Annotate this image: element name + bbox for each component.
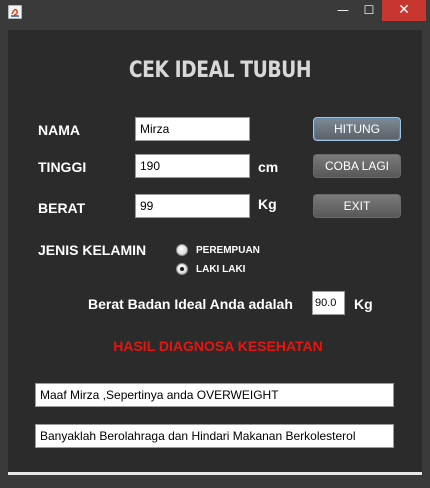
diagnosis-message-field[interactable]: Maaf Mirza ,Sepertinya anda OVERWEIGHT xyxy=(35,383,394,407)
maximize-button[interactable]: ☐ xyxy=(356,0,382,21)
window-bottom-frame xyxy=(8,475,422,488)
hitung-button[interactable]: HITUNG xyxy=(313,117,401,141)
app-window: — ☐ ✕ CEK IDEAL TUBUH NAMA Mirza HITUNG … xyxy=(0,0,430,488)
radio-button-selected[interactable] xyxy=(176,263,188,275)
title-bar: — ☐ ✕ xyxy=(0,0,430,25)
close-button[interactable]: ✕ xyxy=(382,0,426,21)
ideal-weight-label: Berat Badan Ideal Anda adalah xyxy=(88,296,293,312)
page-title: CEK IDEAL TUBUH xyxy=(128,58,312,83)
java-app-icon xyxy=(8,5,22,19)
advice-field[interactable]: Banyaklah Berolahraga dan Hindari Makana… xyxy=(35,424,394,448)
radio-laki-laki-label: LAKI LAKI xyxy=(196,264,246,275)
minimize-button[interactable]: — xyxy=(330,0,356,21)
berat-unit: Kg xyxy=(258,196,277,212)
ideal-weight-unit: Kg xyxy=(354,296,373,312)
radio-perempuan-label: PEREMPUAN xyxy=(196,245,260,256)
diagnosis-heading: HASIL DIAGNOSA KESEHATAN xyxy=(113,338,323,354)
coba-lagi-button[interactable]: COBA LAGI xyxy=(313,154,401,178)
nama-label: NAMA xyxy=(38,122,80,138)
ideal-weight-field: 90.0 xyxy=(312,291,345,315)
exit-button[interactable]: EXIT xyxy=(313,194,401,218)
jenis-kelamin-label: JENIS KELAMIN xyxy=(38,242,147,258)
radio-button[interactable] xyxy=(176,244,188,256)
nama-field[interactable]: Mirza xyxy=(135,117,250,141)
berat-label: BERAT xyxy=(38,200,86,216)
tinggi-label: TINGGI xyxy=(38,159,87,175)
tinggi-unit: cm xyxy=(258,159,279,175)
berat-field[interactable]: 99 xyxy=(135,194,250,218)
tinggi-field[interactable]: 190 xyxy=(135,154,250,178)
